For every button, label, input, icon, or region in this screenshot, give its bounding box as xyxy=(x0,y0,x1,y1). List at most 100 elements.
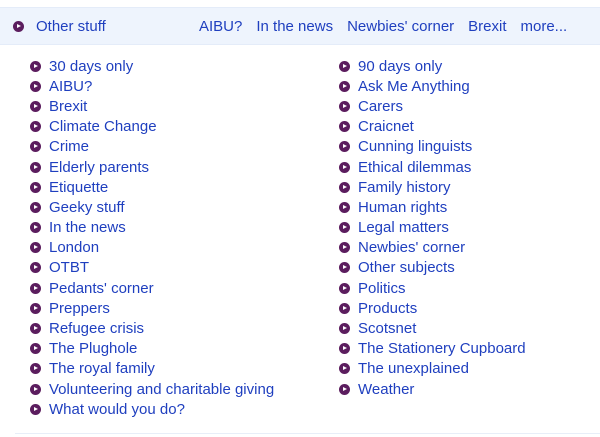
topic-link[interactable]: Pedants' corner xyxy=(30,278,339,298)
arrow-circle-icon xyxy=(339,121,350,133)
nav-link-more[interactable]: more... xyxy=(521,18,568,35)
arrow-circle-icon xyxy=(30,363,41,375)
topic-link-label: Craicnet xyxy=(358,118,414,136)
topic-link-label: What would you do? xyxy=(49,400,185,418)
arrow-circle-icon xyxy=(339,343,350,355)
topic-link-label: 90 days only xyxy=(358,57,443,75)
arrow-circle-icon xyxy=(339,60,350,72)
other-stuff-toggle[interactable]: Other stuff xyxy=(13,18,106,35)
topic-link-label: Refugee crisis xyxy=(49,320,145,338)
topic-link[interactable]: Products xyxy=(339,298,589,318)
topic-link-label: Geeky stuff xyxy=(49,198,125,216)
topic-link-label: The royal family xyxy=(49,360,155,378)
topic-link-label: Brexit xyxy=(49,97,88,115)
topic-link-label: London xyxy=(49,239,100,257)
topic-link-label: Crime xyxy=(49,138,89,156)
topic-link[interactable]: Other subjects xyxy=(339,258,589,278)
nav-link-brexit[interactable]: Brexit xyxy=(468,18,506,35)
topic-link-label: Family history xyxy=(358,178,451,196)
topic-list-left: 30 days only AIBU? Brexit Climate Change Cri… xyxy=(30,56,339,419)
topic-link-label: Etiquette xyxy=(49,178,109,196)
topic-link[interactable]: Carers xyxy=(339,96,589,116)
arrow-circle-icon xyxy=(30,242,41,254)
topic-link[interactable]: Family history xyxy=(339,177,589,197)
topic-link[interactable]: Ethical dilemmas xyxy=(339,157,589,177)
topic-link[interactable]: Human rights xyxy=(339,197,589,217)
topic-link[interactable]: London xyxy=(30,238,339,258)
nav-link-aibu[interactable]: AIBU? xyxy=(199,18,242,35)
topic-link[interactable]: Crime xyxy=(30,137,339,157)
topic-link-label: Legal matters xyxy=(358,219,449,237)
topic-link[interactable]: Scotsnet xyxy=(339,318,589,338)
arrow-circle-icon xyxy=(30,161,41,173)
topic-link-label: Products xyxy=(358,299,418,317)
topic-link-label: Newbies' corner xyxy=(358,239,466,257)
arrow-circle-icon xyxy=(339,222,350,234)
topic-link-label: Politics xyxy=(358,279,406,297)
topic-link[interactable]: 30 days only xyxy=(30,56,339,76)
topic-link-label: Volunteering and charitable giving xyxy=(49,380,275,398)
topic-link[interactable]: Weather xyxy=(339,379,589,399)
topic-list-right: 90 days only Ask Me Anything Carers Craicne… xyxy=(339,56,589,419)
topic-link[interactable]: Craicnet xyxy=(339,117,589,137)
arrow-circle-icon xyxy=(339,80,350,92)
topic-link[interactable]: Cunning linguists xyxy=(339,137,589,157)
topic-link-label: Other subjects xyxy=(358,259,455,277)
topic-link[interactable]: Brexit xyxy=(30,96,339,116)
topic-link-label: Ethical dilemmas xyxy=(358,158,472,176)
arrow-circle-icon xyxy=(30,302,41,314)
arrow-circle-icon xyxy=(339,323,350,335)
topic-link[interactable]: Refugee crisis xyxy=(30,318,339,338)
topic-link[interactable]: Climate Change xyxy=(30,117,339,137)
topic-link-label: Climate Change xyxy=(49,118,157,136)
topic-link[interactable]: Preppers xyxy=(30,298,339,318)
page: Other stuff AIBU? In the news Newbies' c… xyxy=(0,0,600,437)
topic-link[interactable]: Etiquette xyxy=(30,177,339,197)
arrow-circle-icon xyxy=(30,343,41,355)
topic-link[interactable]: The unexplained xyxy=(339,359,589,379)
topic-link-label: The unexplained xyxy=(358,360,469,378)
arrow-circle-icon xyxy=(30,201,41,213)
arrow-circle-icon xyxy=(339,302,350,314)
topic-link[interactable]: 90 days only xyxy=(339,56,589,76)
arrow-circle-icon xyxy=(30,323,41,335)
topic-link[interactable]: Legal matters xyxy=(339,218,589,238)
topic-link-label: The Plughole xyxy=(49,340,138,358)
arrow-circle-icon xyxy=(339,383,350,395)
topic-link-label: In the news xyxy=(49,219,126,237)
arrow-circle-icon xyxy=(339,262,350,274)
arrow-circle-icon xyxy=(30,262,41,274)
arrow-circle-icon xyxy=(30,383,41,395)
topic-link[interactable]: Elderly parents xyxy=(30,157,339,177)
topic-link[interactable]: What would you do? xyxy=(30,399,339,419)
topic-link-label: AIBU? xyxy=(49,77,93,95)
topic-link-label: Preppers xyxy=(49,299,110,317)
arrow-circle-icon xyxy=(339,181,350,193)
top-nav: AIBU? In the news Newbies' corner Brexit… xyxy=(199,18,567,35)
arrow-circle-icon xyxy=(339,161,350,173)
topic-link[interactable]: Newbies' corner xyxy=(339,238,589,258)
topic-link[interactable]: The royal family xyxy=(30,359,339,379)
topic-link-label: The Stationery Cupboard xyxy=(358,340,526,358)
topic-link[interactable]: Ask Me Anything xyxy=(339,76,589,96)
nav-link-in-the-news[interactable]: In the news xyxy=(256,18,333,35)
topic-link[interactable]: Politics xyxy=(339,278,589,298)
topic-link[interactable]: In the news xyxy=(30,218,339,238)
arrow-circle-icon xyxy=(339,282,350,294)
other-stuff-label: Other stuff xyxy=(36,18,106,35)
topic-link[interactable]: Geeky stuff xyxy=(30,197,339,217)
topic-link-label: Pedants' corner xyxy=(49,279,154,297)
arrow-circle-icon xyxy=(30,141,41,153)
arrow-circle-icon xyxy=(30,403,41,415)
arrow-circle-icon xyxy=(30,80,41,92)
topic-link[interactable]: AIBU? xyxy=(30,76,339,96)
nav-link-newbies-corner[interactable]: Newbies' corner xyxy=(347,18,454,35)
topic-link-label: Cunning linguists xyxy=(358,138,473,156)
topic-link[interactable]: OTBT xyxy=(30,258,339,278)
topic-link[interactable]: The Stationery Cupboard xyxy=(339,339,589,359)
topic-lists: 30 days only AIBU? Brexit Climate Change Cri… xyxy=(30,56,590,419)
arrow-circle-icon xyxy=(30,121,41,133)
topic-link[interactable]: The Plughole xyxy=(30,339,339,359)
topic-link-label: Elderly parents xyxy=(49,158,150,176)
topic-link[interactable]: Volunteering and charitable giving xyxy=(30,379,339,399)
